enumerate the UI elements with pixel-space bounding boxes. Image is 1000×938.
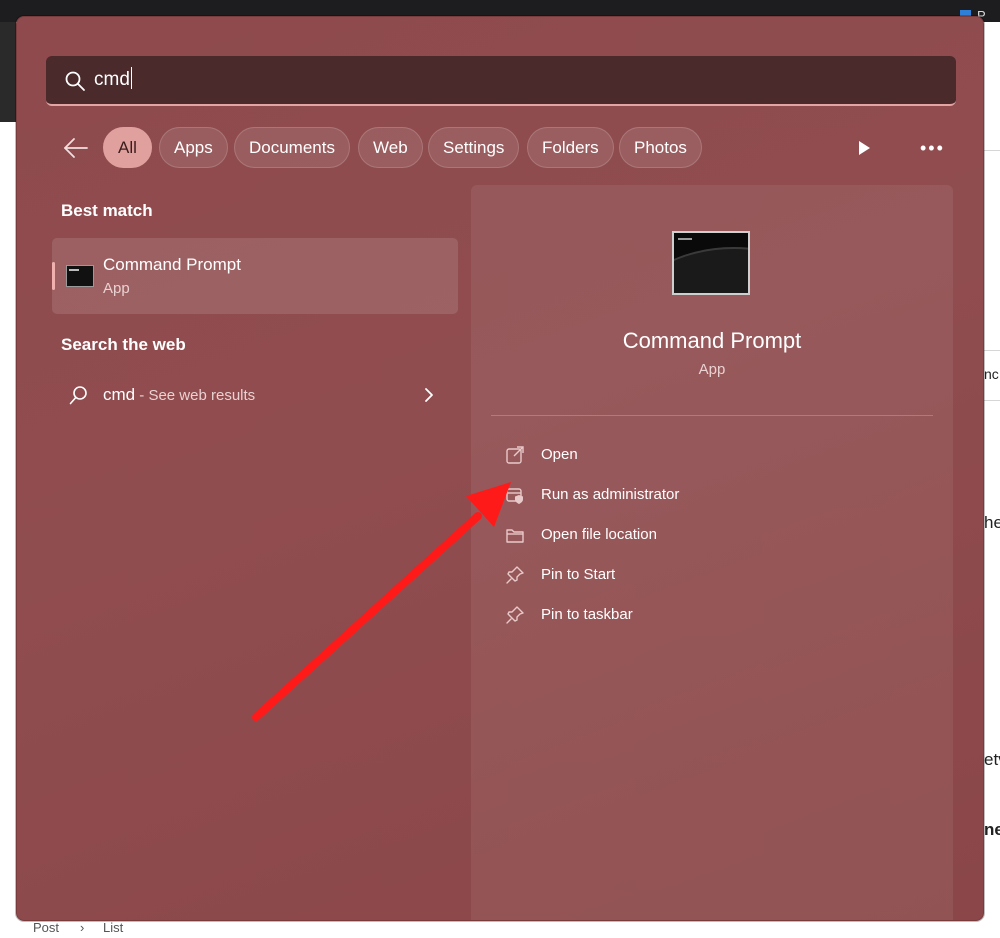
start-search-flyout: cmd All Apps Documents Web Settings Fold… bbox=[16, 16, 984, 921]
text-caret bbox=[130, 67, 132, 89]
more-options-button[interactable]: ••• bbox=[920, 139, 945, 157]
breadcrumb-item[interactable]: Post bbox=[33, 920, 59, 935]
folder-icon bbox=[506, 529, 524, 543]
background-text: etv bbox=[984, 750, 1000, 769]
filter-settings[interactable]: Settings bbox=[428, 127, 520, 168]
breadcrumb-chevron-icon: › bbox=[80, 920, 85, 935]
action-pin-to-taskbar[interactable]: Pin to taskbar bbox=[499, 599, 919, 631]
pin-icon bbox=[506, 566, 524, 584]
back-arrow-icon[interactable] bbox=[61, 136, 91, 160]
search-input[interactable]: cmd bbox=[94, 56, 132, 104]
web-query-suffix: - See web results bbox=[135, 387, 256, 404]
best-match-name: Command Prompt bbox=[103, 255, 241, 274]
play-icon[interactable] bbox=[855, 139, 873, 157]
action-label: Run as administrator bbox=[541, 486, 680, 503]
web-query: cmd - See web results bbox=[103, 385, 255, 405]
best-match-heading: Best match bbox=[61, 201, 153, 220]
filter-photos[interactable]: Photos bbox=[619, 127, 702, 168]
web-query-text: cmd bbox=[103, 385, 136, 404]
filter-bar: All Apps Documents Web Settings Folders … bbox=[17, 127, 983, 169]
search-box[interactable]: cmd bbox=[46, 56, 956, 106]
best-match-type: App bbox=[103, 280, 130, 297]
action-label: Pin to Start bbox=[541, 566, 616, 583]
filter-apps[interactable]: Apps bbox=[159, 127, 228, 168]
breadcrumb-item[interactable]: List bbox=[103, 920, 123, 935]
background-right-strip bbox=[984, 22, 1000, 922]
background-divider bbox=[984, 150, 1000, 151]
action-pin-to-start[interactable]: Pin to Start bbox=[499, 559, 919, 591]
search-input-text: cmd bbox=[94, 69, 130, 90]
details-app-type: App bbox=[698, 361, 726, 378]
open-external-icon bbox=[506, 446, 524, 464]
command-prompt-large-icon bbox=[672, 231, 750, 295]
search-web-heading: Search the web bbox=[61, 335, 186, 354]
filter-folders[interactable]: Folders bbox=[527, 127, 614, 168]
details-divider bbox=[491, 415, 933, 416]
action-run-as-administrator[interactable]: Run as administrator bbox=[499, 479, 919, 511]
command-prompt-icon bbox=[66, 265, 94, 287]
best-match-item[interactable]: Command Prompt App bbox=[52, 238, 458, 314]
action-open[interactable]: Open bbox=[499, 439, 919, 471]
filter-documents[interactable]: Documents bbox=[234, 127, 350, 168]
background-divider bbox=[984, 350, 1000, 351]
web-search-result[interactable]: cmd - See web results bbox=[52, 377, 458, 417]
action-label: Pin to taskbar bbox=[541, 606, 633, 623]
action-label: Open file location bbox=[541, 526, 657, 543]
background-text: he bbox=[984, 513, 1000, 532]
background-dark-band bbox=[0, 22, 16, 122]
filter-web[interactable]: Web bbox=[358, 127, 423, 168]
background-text: nc bbox=[984, 366, 999, 382]
search-icon bbox=[65, 71, 85, 91]
pin-icon bbox=[506, 606, 524, 624]
background-text: ne bbox=[984, 820, 1000, 839]
details-pane: Command Prompt App Open Run as administr… bbox=[471, 185, 953, 920]
filter-all[interactable]: All bbox=[103, 127, 152, 168]
selection-accent bbox=[52, 262, 55, 290]
shield-admin-icon bbox=[506, 488, 523, 504]
background-breadcrumb: Post › List bbox=[0, 920, 1000, 938]
action-open-file-location[interactable]: Open file location bbox=[499, 519, 919, 551]
chevron-right-icon[interactable] bbox=[422, 386, 436, 404]
background-divider bbox=[984, 400, 1000, 401]
action-label: Open bbox=[541, 446, 578, 463]
search-icon bbox=[69, 386, 87, 405]
details-app-name: Command Prompt bbox=[622, 328, 802, 353]
